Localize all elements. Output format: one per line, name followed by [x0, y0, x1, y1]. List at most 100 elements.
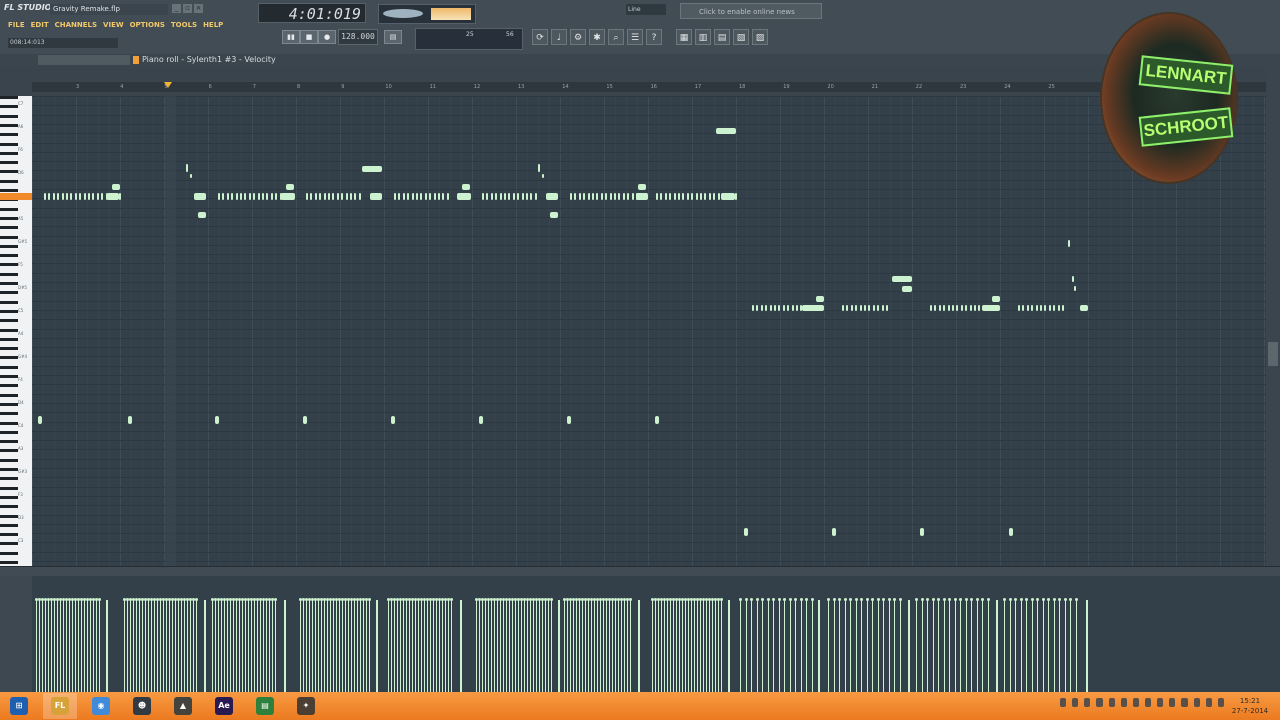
time-display[interactable]: 4:01:019: [258, 3, 366, 23]
black-key[interactable]: [0, 458, 18, 462]
velocity-bar[interactable]: [800, 600, 802, 692]
note[interactable]: [960, 305, 963, 311]
velocity-bar[interactable]: [72, 600, 73, 692]
velocity-cap[interactable]: [195, 598, 198, 601]
velocity-bar[interactable]: [369, 600, 370, 692]
note[interactable]: [855, 305, 858, 311]
taskbar-spreadsheet[interactable]: ▤: [248, 693, 282, 719]
roll-menu-icon[interactable]: [133, 56, 139, 64]
note[interactable]: [101, 193, 104, 200]
black-key[interactable]: [0, 179, 18, 183]
velocity-bar[interactable]: [448, 600, 449, 692]
velocity-bar[interactable]: [512, 600, 513, 692]
velocity-bar[interactable]: [93, 600, 94, 692]
velocity-bar[interactable]: [652, 600, 653, 692]
velocity-bar[interactable]: [90, 600, 91, 692]
velocity-bar[interactable]: [204, 600, 206, 692]
black-key[interactable]: [0, 412, 18, 416]
velocity-bar[interactable]: [342, 600, 343, 692]
news-panel[interactable]: Click to enable online news: [680, 3, 822, 19]
velocity-bar[interactable]: [1059, 600, 1060, 692]
stop-button[interactable]: ■: [300, 30, 318, 44]
velocity-cap[interactable]: [1036, 598, 1039, 601]
note[interactable]: [526, 193, 528, 200]
velocity-bar[interactable]: [679, 600, 680, 692]
note[interactable]: [655, 416, 659, 424]
note[interactable]: [457, 193, 471, 200]
velocity-bar[interactable]: [861, 600, 862, 692]
velocity-bar[interactable]: [938, 600, 939, 692]
black-key[interactable]: [0, 430, 18, 434]
note[interactable]: [235, 193, 238, 200]
velocity-bar[interactable]: [533, 600, 534, 692]
velocity-cap[interactable]: [970, 598, 973, 601]
velocity-bar[interactable]: [212, 600, 213, 692]
tray-icon[interactable]: [1084, 698, 1091, 707]
note[interactable]: [769, 305, 772, 311]
minimize-icon[interactable]: _: [172, 4, 181, 13]
velocity-bar[interactable]: [415, 600, 416, 692]
note[interactable]: [902, 286, 912, 292]
velocity-bar[interactable]: [872, 600, 873, 692]
velocity-bar[interactable]: [670, 600, 671, 692]
velocity-bar[interactable]: [42, 600, 43, 692]
note[interactable]: [194, 193, 206, 200]
velocity-bar[interactable]: [394, 600, 395, 692]
velocity-bar[interactable]: [51, 600, 52, 692]
note[interactable]: [947, 305, 950, 311]
velocity-bar[interactable]: [597, 600, 598, 692]
velocity-cap[interactable]: [750, 598, 753, 601]
browser-view-icon[interactable]: ▨: [752, 29, 768, 45]
note[interactable]: [965, 305, 968, 311]
black-key[interactable]: [0, 263, 18, 267]
velocity-panel[interactable]: [0, 576, 1280, 692]
black-key[interactable]: [0, 244, 18, 248]
note[interactable]: [886, 305, 888, 311]
note[interactable]: [44, 193, 46, 200]
note[interactable]: [538, 164, 540, 172]
velocity-bar[interactable]: [789, 600, 791, 692]
velocity-bar[interactable]: [330, 600, 331, 692]
velocity-bar[interactable]: [151, 600, 152, 692]
velocity-cap[interactable]: [761, 598, 764, 601]
note[interactable]: [872, 305, 875, 311]
velocity-bar[interactable]: [916, 600, 917, 692]
velocity-bar[interactable]: [536, 600, 537, 692]
menu-channels[interactable]: CHANNELS: [55, 19, 97, 31]
velocity-cap[interactable]: [1025, 598, 1028, 601]
velocity-bar[interactable]: [215, 600, 216, 692]
velocity-cap[interactable]: [920, 598, 924, 601]
black-key[interactable]: [0, 114, 18, 118]
menu-edit[interactable]: EDIT: [31, 19, 49, 31]
velocity-bar[interactable]: [703, 600, 704, 692]
note[interactable]: [695, 193, 698, 200]
note[interactable]: [850, 305, 853, 311]
taskbar-windows-start[interactable]: ⊞: [2, 693, 36, 719]
velocity-bar[interactable]: [78, 600, 79, 692]
highlighted-key[interactable]: [0, 193, 32, 200]
velocity-bar[interactable]: [309, 600, 310, 692]
velocity-bar[interactable]: [230, 600, 231, 692]
velocity-bar[interactable]: [360, 600, 361, 692]
velocity-bar[interactable]: [718, 600, 719, 692]
velocity-bar[interactable]: [588, 600, 589, 692]
velocity-bar[interactable]: [1064, 600, 1066, 692]
note[interactable]: [407, 193, 410, 200]
mixer-view-icon[interactable]: ▧: [733, 29, 749, 45]
note[interactable]: [721, 193, 735, 200]
note[interactable]: [765, 305, 768, 311]
black-key[interactable]: [0, 495, 18, 499]
velocity-cap[interactable]: [739, 598, 742, 601]
velocity-bar[interactable]: [1020, 600, 1022, 692]
note[interactable]: [61, 193, 64, 200]
velocity-bar[interactable]: [745, 600, 747, 692]
note[interactable]: [735, 193, 738, 200]
note[interactable]: [248, 193, 251, 200]
velocity-bar[interactable]: [436, 600, 437, 692]
note[interactable]: [930, 305, 932, 311]
velocity-bar[interactable]: [60, 600, 61, 692]
velocity-cap[interactable]: [720, 598, 723, 601]
velocity-bar[interactable]: [576, 600, 577, 692]
tray-icon[interactable]: [1060, 698, 1067, 707]
velocity-cap[interactable]: [865, 598, 869, 601]
